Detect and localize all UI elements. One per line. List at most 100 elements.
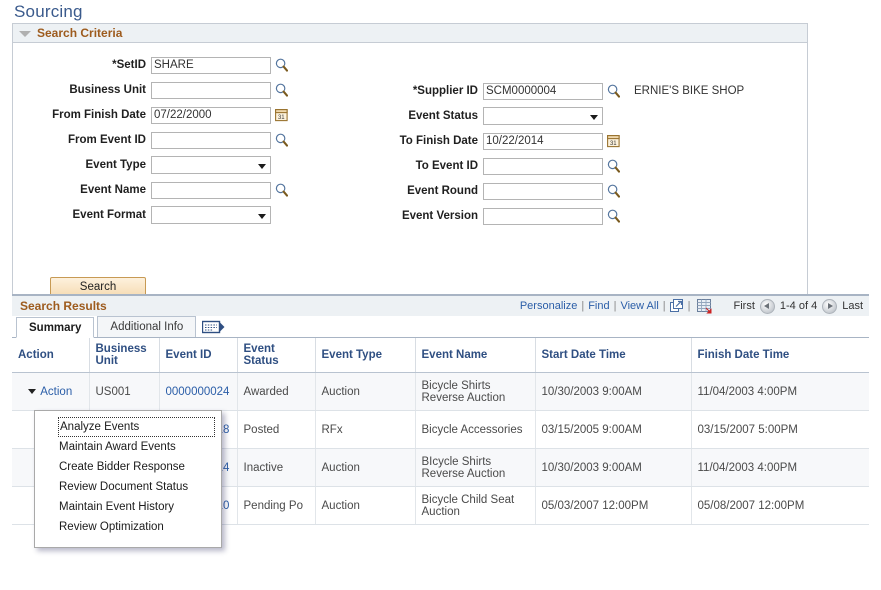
menu-item-review-document-status[interactable]: Review Document Status bbox=[35, 477, 221, 497]
show-all-columns-icon[interactable] bbox=[202, 319, 226, 335]
tab-summary-label: Summary bbox=[29, 322, 81, 334]
column-header-event-status[interactable]: Event Status bbox=[237, 338, 315, 373]
cell-event-type: RFx bbox=[315, 411, 415, 449]
input-business-unit[interactable] bbox=[151, 82, 271, 99]
arrow-left-circle-icon[interactable] bbox=[760, 299, 775, 314]
divider: | bbox=[610, 300, 621, 312]
input-from-event-id[interactable] bbox=[151, 132, 271, 149]
cell-action[interactable]: Action bbox=[12, 373, 89, 411]
lookup-icon[interactable] bbox=[607, 184, 620, 198]
column-header-event-id[interactable]: Event ID bbox=[159, 338, 237, 373]
tab-additional-info-label: Additional Info bbox=[110, 321, 183, 333]
field-label: Event Type bbox=[21, 159, 151, 171]
tab-additional-info[interactable]: Additional Info bbox=[97, 316, 196, 337]
lookup-icon[interactable] bbox=[275, 83, 288, 97]
lookup-icon[interactable] bbox=[275, 58, 288, 72]
cell-finish-date-time: 05/08/2007 12:00PM bbox=[691, 487, 869, 525]
action-link[interactable]: Action bbox=[40, 386, 72, 398]
field-label: Event Name bbox=[21, 184, 151, 196]
field-row: Event Status bbox=[373, 106, 603, 126]
divider: | bbox=[659, 300, 670, 312]
cell-event-type: Auction bbox=[315, 487, 415, 525]
menu-item-create-bidder-response[interactable]: Create Bidder Response bbox=[35, 457, 221, 477]
cell-event-status: Inactive bbox=[237, 449, 315, 487]
pager-range-label: 1-4 of 4 bbox=[780, 300, 817, 312]
page-title: Sourcing bbox=[14, 2, 83, 22]
column-header-business-unit[interactable]: Business Unit bbox=[89, 338, 159, 373]
cell-event-status: Posted bbox=[237, 411, 315, 449]
cell-event-id[interactable]: 0000000024 bbox=[159, 373, 237, 411]
chevron-down-icon[interactable] bbox=[590, 115, 598, 120]
triangle-down-icon[interactable] bbox=[28, 389, 36, 394]
column-header-event-type[interactable]: Event Type bbox=[315, 338, 415, 373]
input-event-name[interactable] bbox=[151, 182, 271, 199]
input-event-round[interactable] bbox=[483, 183, 603, 200]
event-id-link[interactable]: 0000000024 bbox=[166, 386, 230, 398]
action-context-menu[interactable]: Analyze EventsMaintain Award EventsCreat… bbox=[34, 410, 222, 548]
field-row: Event Format bbox=[21, 205, 271, 225]
lookup-icon[interactable] bbox=[275, 183, 288, 197]
column-header-start-date-time[interactable]: Start Date Time bbox=[535, 338, 691, 373]
field-label: Event Round bbox=[373, 185, 483, 197]
field-row: *Supplier IDERNIE'S BIKE SHOP bbox=[373, 81, 744, 101]
chevron-down-icon[interactable] bbox=[258, 214, 266, 219]
find-link[interactable]: Find bbox=[588, 300, 609, 312]
lookup-icon[interactable] bbox=[275, 133, 288, 147]
pager-first-label[interactable]: First bbox=[734, 300, 755, 312]
search-criteria-header[interactable]: Search Criteria bbox=[13, 24, 807, 43]
svg-text:31: 31 bbox=[610, 141, 617, 147]
divider: | bbox=[577, 300, 588, 312]
input-from-finish-date[interactable] bbox=[151, 107, 271, 124]
field-row: From Finish Date31 bbox=[21, 105, 288, 125]
tab-summary[interactable]: Summary bbox=[16, 317, 94, 338]
calendar-icon[interactable]: 31 bbox=[607, 134, 620, 148]
select-event-status[interactable] bbox=[483, 107, 603, 125]
personalize-link[interactable]: Personalize bbox=[520, 300, 577, 312]
field-label: *Supplier ID bbox=[373, 85, 483, 97]
lookup-icon[interactable] bbox=[607, 159, 620, 173]
select-event-type[interactable] bbox=[151, 156, 271, 174]
input-to-finish-date[interactable] bbox=[483, 133, 603, 150]
field-label: Event Status bbox=[373, 110, 483, 122]
download-to-excel-icon[interactable] bbox=[697, 299, 712, 314]
lookup-icon[interactable] bbox=[607, 84, 620, 98]
field-row: To Finish Date31 bbox=[373, 131, 620, 151]
pager-last-label[interactable]: Last bbox=[842, 300, 863, 312]
input-supplier-id[interactable] bbox=[483, 83, 603, 100]
field-label: Event Version bbox=[373, 210, 483, 222]
arrow-right-circle-icon[interactable] bbox=[822, 299, 837, 314]
expand-window-icon[interactable] bbox=[670, 299, 684, 313]
input-setid[interactable] bbox=[151, 57, 271, 74]
column-header-action[interactable]: Action bbox=[12, 338, 89, 373]
cell-start-date-time: 03/15/2005 9:00AM bbox=[535, 411, 691, 449]
lookup-icon[interactable] bbox=[607, 209, 620, 223]
field-row: Event Type bbox=[21, 155, 271, 175]
field-row: To Event ID bbox=[373, 156, 620, 176]
cell-event-name: Bicycle Shirts Reverse Auction bbox=[415, 373, 535, 411]
triangle-down-icon[interactable] bbox=[19, 31, 31, 37]
input-event-version[interactable] bbox=[483, 208, 603, 225]
results-tabs: Summary Additional Info bbox=[12, 316, 869, 338]
field-label: Business Unit bbox=[21, 84, 151, 96]
column-header-finish-date-time[interactable]: Finish Date Time bbox=[691, 338, 869, 373]
select-value bbox=[484, 115, 490, 117]
cell-event-name: Bicycle Accessories bbox=[415, 411, 535, 449]
search-criteria-panel: Search Criteria *SetIDBusiness UnitFrom … bbox=[12, 23, 808, 296]
menu-item-maintain-event-history[interactable]: Maintain Event History bbox=[35, 497, 221, 517]
menu-item-analyze-events[interactable]: Analyze Events bbox=[58, 417, 215, 437]
cell-event-type: Auction bbox=[315, 373, 415, 411]
cell-event-name: Bicycle Child Seat Auction bbox=[415, 487, 535, 525]
search-criteria-title: Search Criteria bbox=[37, 26, 122, 40]
calendar-icon[interactable]: 31 bbox=[275, 108, 288, 122]
column-header-event-name[interactable]: Event Name bbox=[415, 338, 535, 373]
view-all-link[interactable]: View All bbox=[620, 300, 658, 312]
chevron-down-icon[interactable] bbox=[258, 164, 266, 169]
table-header-row: Action Business Unit Event ID Event Stat… bbox=[12, 338, 869, 373]
svg-text:31: 31 bbox=[278, 115, 285, 121]
cell-event-status: Awarded bbox=[237, 373, 315, 411]
menu-item-review-optimization[interactable]: Review Optimization bbox=[35, 517, 221, 537]
select-event-format[interactable] bbox=[151, 206, 271, 224]
menu-item-maintain-award-events[interactable]: Maintain Award Events bbox=[35, 437, 221, 457]
input-to-event-id[interactable] bbox=[483, 158, 603, 175]
field-row: Event Round bbox=[373, 181, 620, 201]
